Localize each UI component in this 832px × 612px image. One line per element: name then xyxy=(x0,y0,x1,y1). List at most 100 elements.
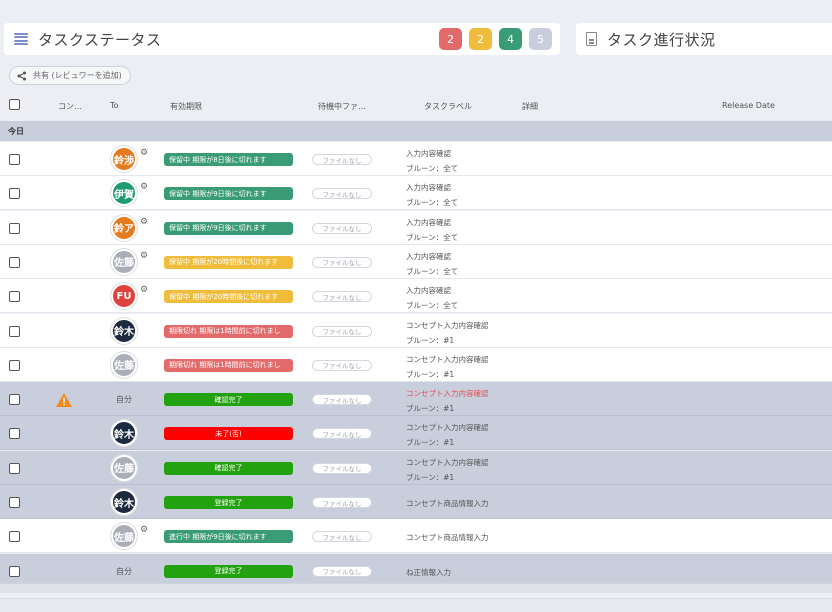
avatar[interactable]: 鈴ア xyxy=(111,214,137,241)
table-footer xyxy=(0,583,832,593)
row-checkbox[interactable] xyxy=(9,325,20,337)
column-concept[interactable]: コン… xyxy=(58,101,82,112)
waiting-file-pill[interactable]: ファイルなし xyxy=(312,497,372,508)
table-row[interactable]: 鈴木 登録完了 ファイルなし コンセプト商品情報入力 xyxy=(0,485,832,519)
task-sublabel: ブルーン：全て xyxy=(406,232,459,242)
count-badge[interactable]: 2 xyxy=(439,28,462,50)
task-progress-title: タスク進行状況 xyxy=(607,30,716,49)
task-label: 入力内容確認 xyxy=(406,251,451,261)
row-checkbox[interactable] xyxy=(9,565,20,577)
row-checkbox[interactable] xyxy=(9,154,20,165)
column-detail[interactable]: 詳細 xyxy=(522,101,538,112)
table-row[interactable]: 伊賀 ⚙ 保留中 期限が9日後に切れます ファイルなし 入力内容確認 ブルーン：全て xyxy=(0,176,832,211)
waiting-file-pill[interactable]: ファイルなし xyxy=(312,565,372,577)
table-row[interactable]: 佐藤 期限切れ 期限は1時間前に切れまし ファイルなし コンセプト入力内容確認 ブルーン… xyxy=(0,347,832,382)
status-badge[interactable]: 保留中 期限が8日後に切れます xyxy=(164,153,293,166)
row-checkbox[interactable] xyxy=(9,188,20,200)
column-task-label[interactable]: タスクラベル xyxy=(424,101,472,112)
status-badge[interactable]: 保留中 期限が9日後に切れます xyxy=(164,187,293,201)
column-to[interactable]: To xyxy=(110,101,118,110)
row-checkbox[interactable] xyxy=(9,222,20,234)
task-status-title: タスクステータス xyxy=(38,30,162,49)
status-badge[interactable]: 確認完了 xyxy=(164,461,293,475)
task-sublabel: ブルーン：全て xyxy=(406,198,459,208)
row-checkbox[interactable] xyxy=(9,394,20,406)
table-row[interactable]: 鈴木 期限切れ 期限は1時間前に切れまし ファイルなし コンセプト入力内容確認 ブルーン… xyxy=(0,313,832,348)
avatar[interactable]: 佐藤 xyxy=(111,248,137,275)
gear-icon[interactable]: ⚙ xyxy=(140,251,148,261)
avatar[interactable]: 佐藤 xyxy=(111,523,137,550)
table-row[interactable]: 鈴渉 ⚙ 保留中 期限が8日後に切れます ファイルなし 入力内容確認 ブルーン：全て xyxy=(0,142,832,176)
table-row[interactable]: 佐藤 ⚙ 保留中 期限が20時間後に切れます ファイルなし 入力内容確認 ブルーン：全て xyxy=(0,244,832,279)
horizontal-scrollbar[interactable] xyxy=(0,598,832,612)
waiting-file-pill[interactable]: ファイルなし xyxy=(312,462,372,474)
select-all-checkbox[interactable] xyxy=(9,99,20,110)
waiting-file-pill[interactable]: ファイルなし xyxy=(312,222,372,234)
avatar[interactable]: 佐藤 xyxy=(111,454,137,481)
status-badge[interactable]: 進行中 期限が9日後に切れます xyxy=(164,530,293,544)
column-deadline[interactable]: 有効期限 xyxy=(170,101,202,112)
waiting-file-pill[interactable]: ファイルなし xyxy=(312,291,372,303)
table-header: コン… To 有効期限 待機中ファ… タスクラベル 詳細 Release Dat… xyxy=(0,95,832,119)
task-sublabel: ブルーン：#1 xyxy=(406,369,455,379)
row-checkbox[interactable] xyxy=(9,497,20,508)
task-label: ね正情報入力 xyxy=(406,567,451,577)
task-label: コンセプト入力内容確認 xyxy=(406,354,489,364)
group-header-today[interactable]: 今日 xyxy=(0,121,832,141)
task-sublabel: ブルーン：全て xyxy=(406,266,459,276)
gear-icon[interactable]: ⚙ xyxy=(140,286,148,295)
task-sublabel: ブルーン：全て xyxy=(406,164,459,173)
avatar[interactable]: 鈴木 xyxy=(111,420,137,447)
gear-icon[interactable]: ⚙ xyxy=(140,526,148,535)
table-row[interactable]: 自分 確認完了 ファイルなし コンセプト入力内容確認 ブルーン：#1 xyxy=(0,382,832,417)
status-badge[interactable]: 登録完了 xyxy=(164,564,293,578)
status-badge[interactable]: 保留中 期限が20時間後に切れます xyxy=(164,290,293,304)
task-progress-panel[interactable]: タスク進行状況 xyxy=(576,23,832,55)
status-badge[interactable]: 保留中 期限が20時間後に切れます xyxy=(164,255,293,269)
waiting-file-pill[interactable]: ファイルなし xyxy=(312,154,372,165)
count-badge[interactable]: 5 xyxy=(529,28,552,50)
table-row[interactable]: FU ⚙ 保留中 期限が20時間後に切れます ファイルなし 入力内容確認 ブルーン：全て xyxy=(0,279,832,314)
status-badge[interactable]: 期限切れ 期限は1時間前に切れまし xyxy=(164,358,293,372)
avatar[interactable]: 佐藤 xyxy=(111,351,137,378)
table-row[interactable]: 佐藤 確認完了 ファイルなし コンセプト入力内容確認 ブルーン：#1 xyxy=(0,450,832,485)
row-checkbox[interactable] xyxy=(9,428,20,440)
task-label: コンセプト商品情報入力 xyxy=(406,499,489,508)
status-badge[interactable]: 期限切れ 期限は1時間前に切れまし xyxy=(164,324,293,338)
row-checkbox[interactable] xyxy=(9,462,20,474)
table-row[interactable]: 佐藤 ⚙ 進行中 期限が9日後に切れます ファイルなし コンセプト商品情報入力 xyxy=(0,519,832,554)
waiting-file-pill[interactable]: ファイルなし xyxy=(312,394,372,406)
count-badge[interactable]: 4 xyxy=(499,28,522,50)
waiting-file-pill[interactable]: ファイルなし xyxy=(312,531,372,543)
gear-icon[interactable]: ⚙ xyxy=(140,217,148,227)
row-checkbox[interactable] xyxy=(9,291,20,303)
avatar[interactable]: FU xyxy=(111,283,137,310)
avatar[interactable]: 鈴木 xyxy=(111,317,137,344)
table-row[interactable]: 鈴木 未了(否) ファイルなし コンセプト入力内容確認 ブルーン：#1 xyxy=(0,416,832,451)
gear-icon[interactable]: ⚙ xyxy=(140,149,148,158)
status-badge[interactable]: 登録完了 xyxy=(164,496,293,509)
waiting-file-pill[interactable]: ファイルなし xyxy=(312,428,372,440)
column-waiting-file[interactable]: 待機中ファ… xyxy=(318,101,366,112)
table-row[interactable]: 鈴ア ⚙ 保留中 期限が9日後に切れます ファイルなし 入力内容確認 ブルーン：全て xyxy=(0,210,832,245)
waiting-file-pill[interactable]: ファイルなし xyxy=(312,359,372,371)
waiting-file-pill[interactable]: ファイルなし xyxy=(312,256,372,268)
column-release-date[interactable]: Release Date xyxy=(722,101,775,110)
share-button-label: 共有 (レビュワーを追加) xyxy=(33,71,122,80)
avatar[interactable]: 鈴渉 xyxy=(111,146,137,172)
status-badge[interactable]: 保留中 期限が9日後に切れます xyxy=(164,221,293,235)
gear-icon[interactable]: ⚙ xyxy=(140,183,148,192)
waiting-file-pill[interactable]: ファイルなし xyxy=(312,325,372,337)
avatar[interactable]: 鈴木 xyxy=(111,489,137,515)
waiting-file-pill[interactable]: ファイルなし xyxy=(312,188,372,200)
share-button[interactable]: 共有 (レビュワーを追加) xyxy=(9,66,131,85)
assignee-self: 自分 xyxy=(116,566,132,576)
row-checkbox[interactable] xyxy=(9,531,20,543)
row-checkbox[interactable] xyxy=(9,359,20,371)
status-badge[interactable]: 確認完了 xyxy=(164,393,293,407)
row-checkbox[interactable] xyxy=(9,256,20,268)
avatar[interactable]: 伊賀 xyxy=(111,180,137,207)
task-sublabel: ブルーン：全て xyxy=(406,301,459,311)
count-badge[interactable]: 2 xyxy=(469,28,492,50)
status-badge[interactable]: 未了(否) xyxy=(164,427,293,441)
